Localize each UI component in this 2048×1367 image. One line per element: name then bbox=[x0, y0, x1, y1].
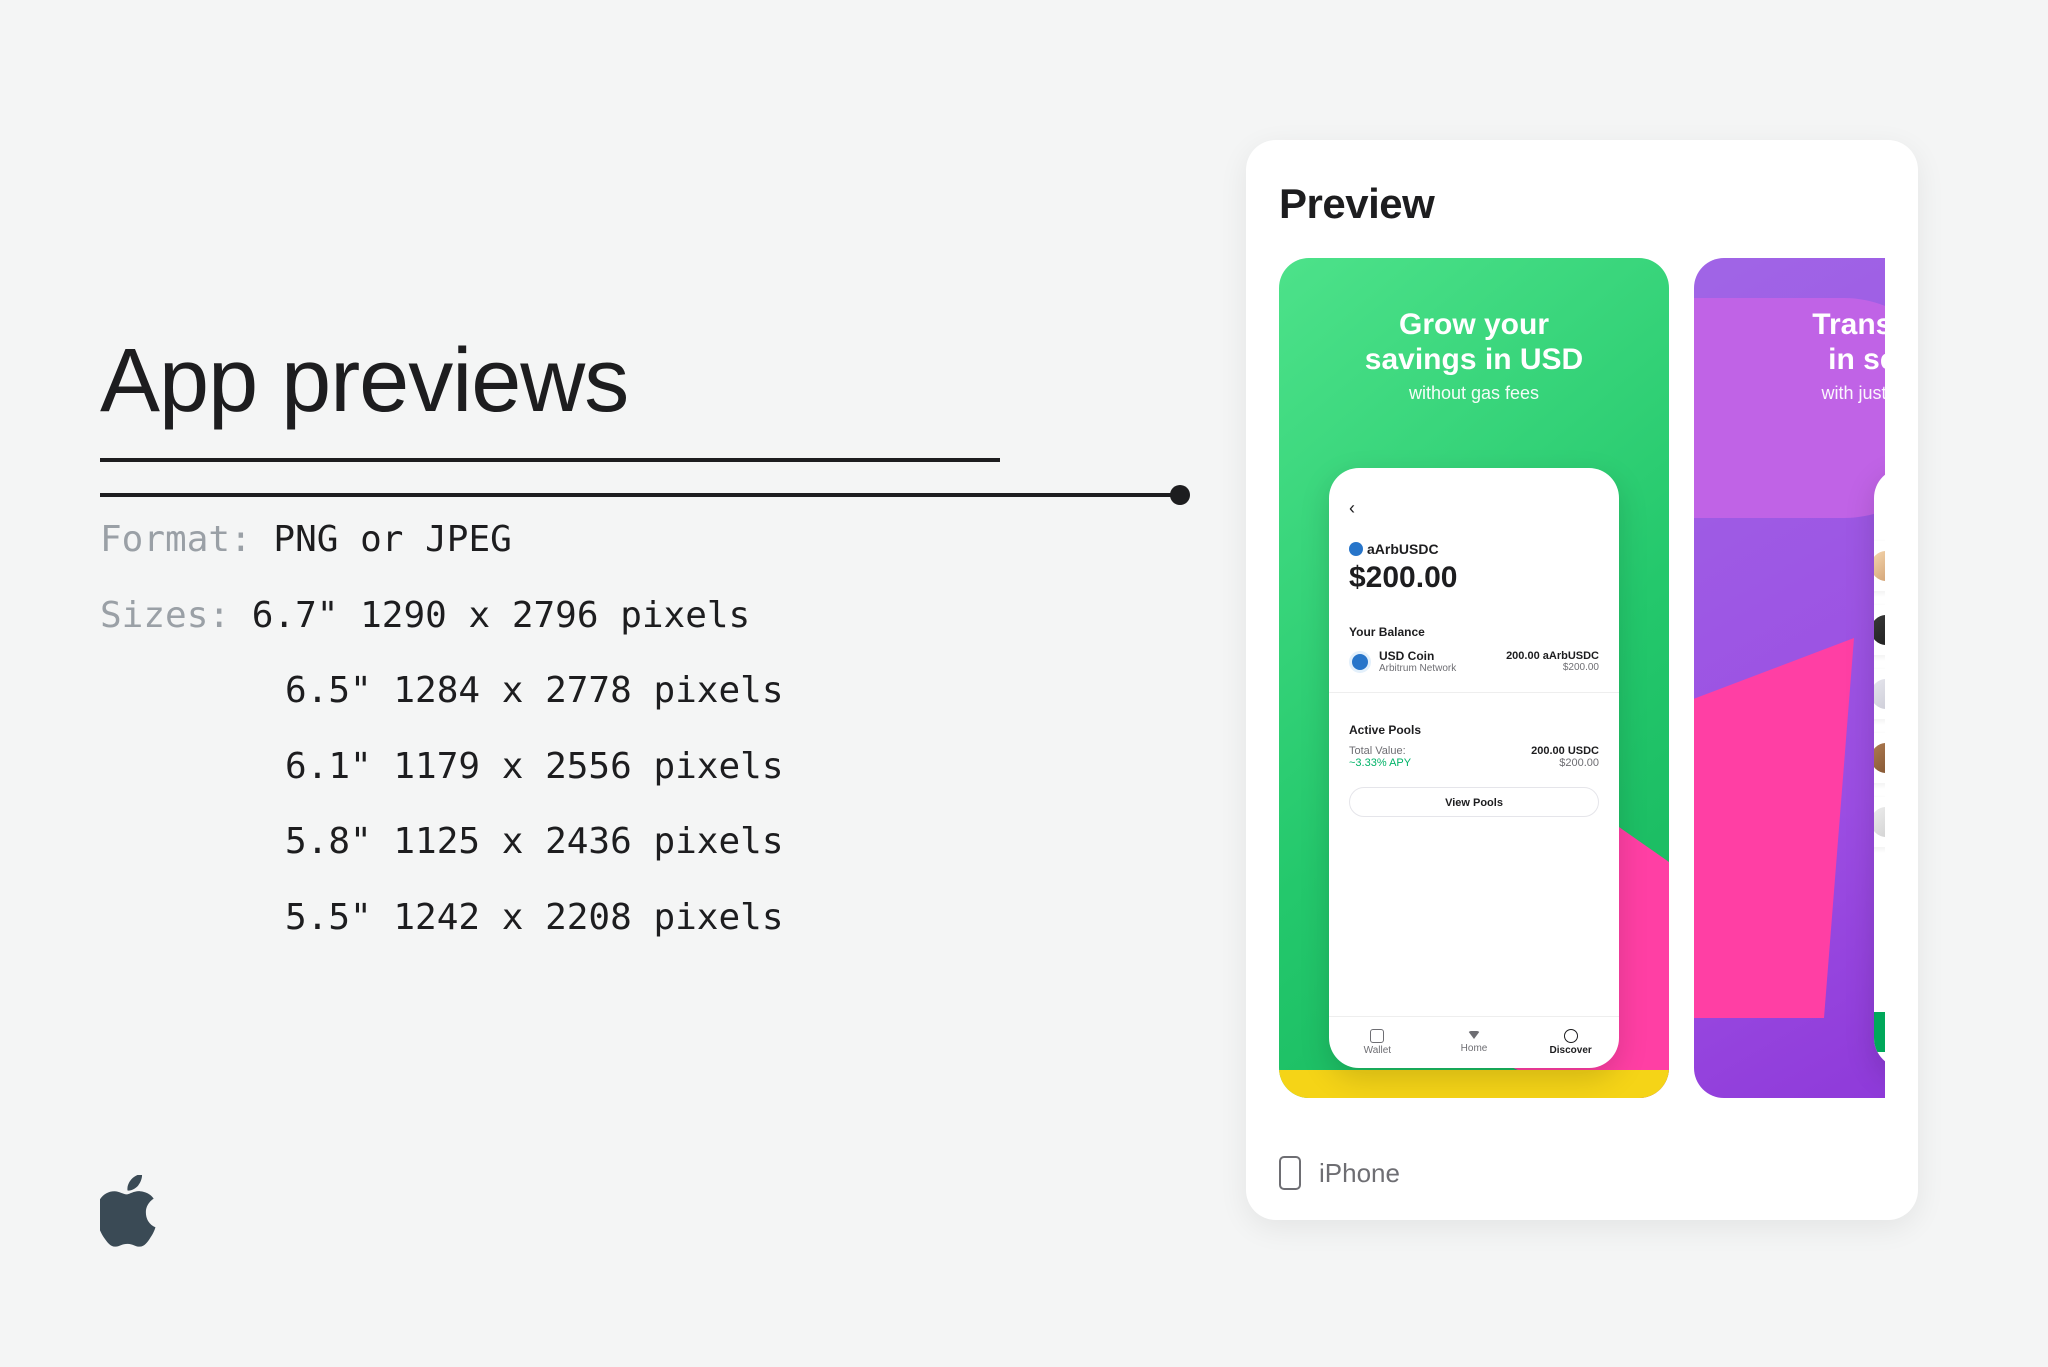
preview-card: Preview Grow your savings in USD without… bbox=[1246, 140, 1918, 1220]
pools-row: Total Value: ~3.33% APY 200.00 USDC $200… bbox=[1349, 745, 1599, 769]
sizes-row-2: 6.1" 1179 x 2556 pixels bbox=[100, 729, 1000, 805]
sizes-label: Sizes: bbox=[100, 595, 230, 636]
usdc-icon bbox=[1349, 542, 1363, 556]
token-symbol: aArbUSDC bbox=[1349, 541, 1599, 557]
back-icon[interactable]: ‹ bbox=[1349, 498, 1599, 519]
device-label: iPhone bbox=[1319, 1158, 1400, 1189]
pools-label: Active Pools bbox=[1349, 723, 1599, 737]
contact-row[interactable]: Bruna SilvaInvoice bbox=[1874, 605, 1885, 655]
screenshot-1-headline: Grow your savings in USD without gas fee… bbox=[1279, 258, 1669, 404]
screenshot-1: Grow your savings in USD without gas fee… bbox=[1279, 258, 1669, 1098]
sizes-row-3: 5.8" 1125 x 2436 pixels bbox=[100, 804, 1000, 880]
contact-row[interactable]: Marco ArguelloDinner 🍕 bbox=[1874, 733, 1885, 783]
screenshot-2: Transfer m in secon with just a phone ‹ … bbox=[1694, 258, 1885, 1098]
spec-panel: App previews Format: PNG or JPEG Sizes: … bbox=[100, 330, 1000, 956]
specs-block: Format: PNG or JPEG Sizes: 6.7" 1290 x 2… bbox=[100, 502, 1000, 956]
discover-icon bbox=[1564, 1029, 1578, 1043]
sizes-row-4: 5.5" 1242 x 2208 pixels bbox=[100, 880, 1000, 956]
format-row: Format: PNG or JPEG bbox=[100, 502, 1000, 578]
tab-home[interactable]: Home bbox=[1426, 1017, 1523, 1068]
apple-logo-icon bbox=[100, 1175, 160, 1247]
contact-row[interactable]: Musa AbaraFood 😋 bbox=[1874, 541, 1885, 591]
phone-mock-1: ‹ aArbUSDC $200.00 Your Balance USD Coin… bbox=[1329, 468, 1619, 1068]
screenshot-2-headline: Transfer m in secon with just a phone bbox=[1694, 258, 1885, 404]
avatar bbox=[1874, 679, 1885, 709]
sizes-row-1: 6.5" 1284 x 2778 pixels bbox=[100, 653, 1000, 729]
size-value-2: 6.1" 1179 x 2556 pixels bbox=[285, 746, 784, 787]
size-value-4: 5.5" 1242 x 2208 pixels bbox=[285, 897, 784, 938]
size-value-1: 6.5" 1284 x 2778 pixels bbox=[285, 670, 784, 711]
home-icon bbox=[1468, 1031, 1480, 1039]
balance-label: Your Balance bbox=[1349, 625, 1599, 639]
view-pools-button[interactable]: View Pools bbox=[1349, 787, 1599, 817]
wallet-icon bbox=[1370, 1029, 1384, 1043]
preview-heading: Preview bbox=[1279, 180, 1885, 228]
iphone-icon bbox=[1279, 1156, 1301, 1190]
tab-discover[interactable]: Discover bbox=[1522, 1017, 1619, 1068]
coin-icon bbox=[1349, 651, 1371, 673]
screenshots-row: Grow your savings in USD without gas fee… bbox=[1279, 258, 1885, 1098]
page-title: App previews bbox=[100, 330, 1000, 462]
avatar bbox=[1874, 615, 1885, 645]
contact-row[interactable]: Omar NuñezGroceries bbox=[1874, 797, 1885, 847]
balance-row: USD Coin Arbitrum Network 200.00 aArbUSD… bbox=[1349, 649, 1599, 674]
format-label: Format: bbox=[100, 519, 252, 560]
tab-wallet[interactable]: Wallet bbox=[1329, 1017, 1426, 1068]
sizes-row-0: Sizes: 6.7" 1290 x 2796 pixels bbox=[100, 578, 1000, 654]
avatar bbox=[1874, 807, 1885, 837]
avatar bbox=[1874, 551, 1885, 581]
contact-row[interactable]: Irina NoriegaHappy Holidays! 🎁 bbox=[1874, 669, 1885, 719]
tab-bar: Wallet Home Discover bbox=[1329, 1016, 1619, 1068]
preview-footer: iPhone bbox=[1279, 1156, 1400, 1190]
avatar bbox=[1874, 743, 1885, 773]
review-button[interactable]: Review bbox=[1874, 1012, 1885, 1052]
balance-amount: $200.00 bbox=[1349, 561, 1599, 595]
connector-line bbox=[100, 493, 1180, 497]
apy-value: ~3.33% APY bbox=[1349, 757, 1411, 769]
format-value: PNG or JPEG bbox=[273, 519, 511, 560]
size-value-3: 5.8" 1125 x 2436 pixels bbox=[285, 821, 784, 862]
phone-mock-2: ‹ Send $120.10 available Musa AbaraFood … bbox=[1874, 468, 1885, 1068]
size-value-0: 6.7" 1290 x 2796 pixels bbox=[252, 595, 751, 636]
